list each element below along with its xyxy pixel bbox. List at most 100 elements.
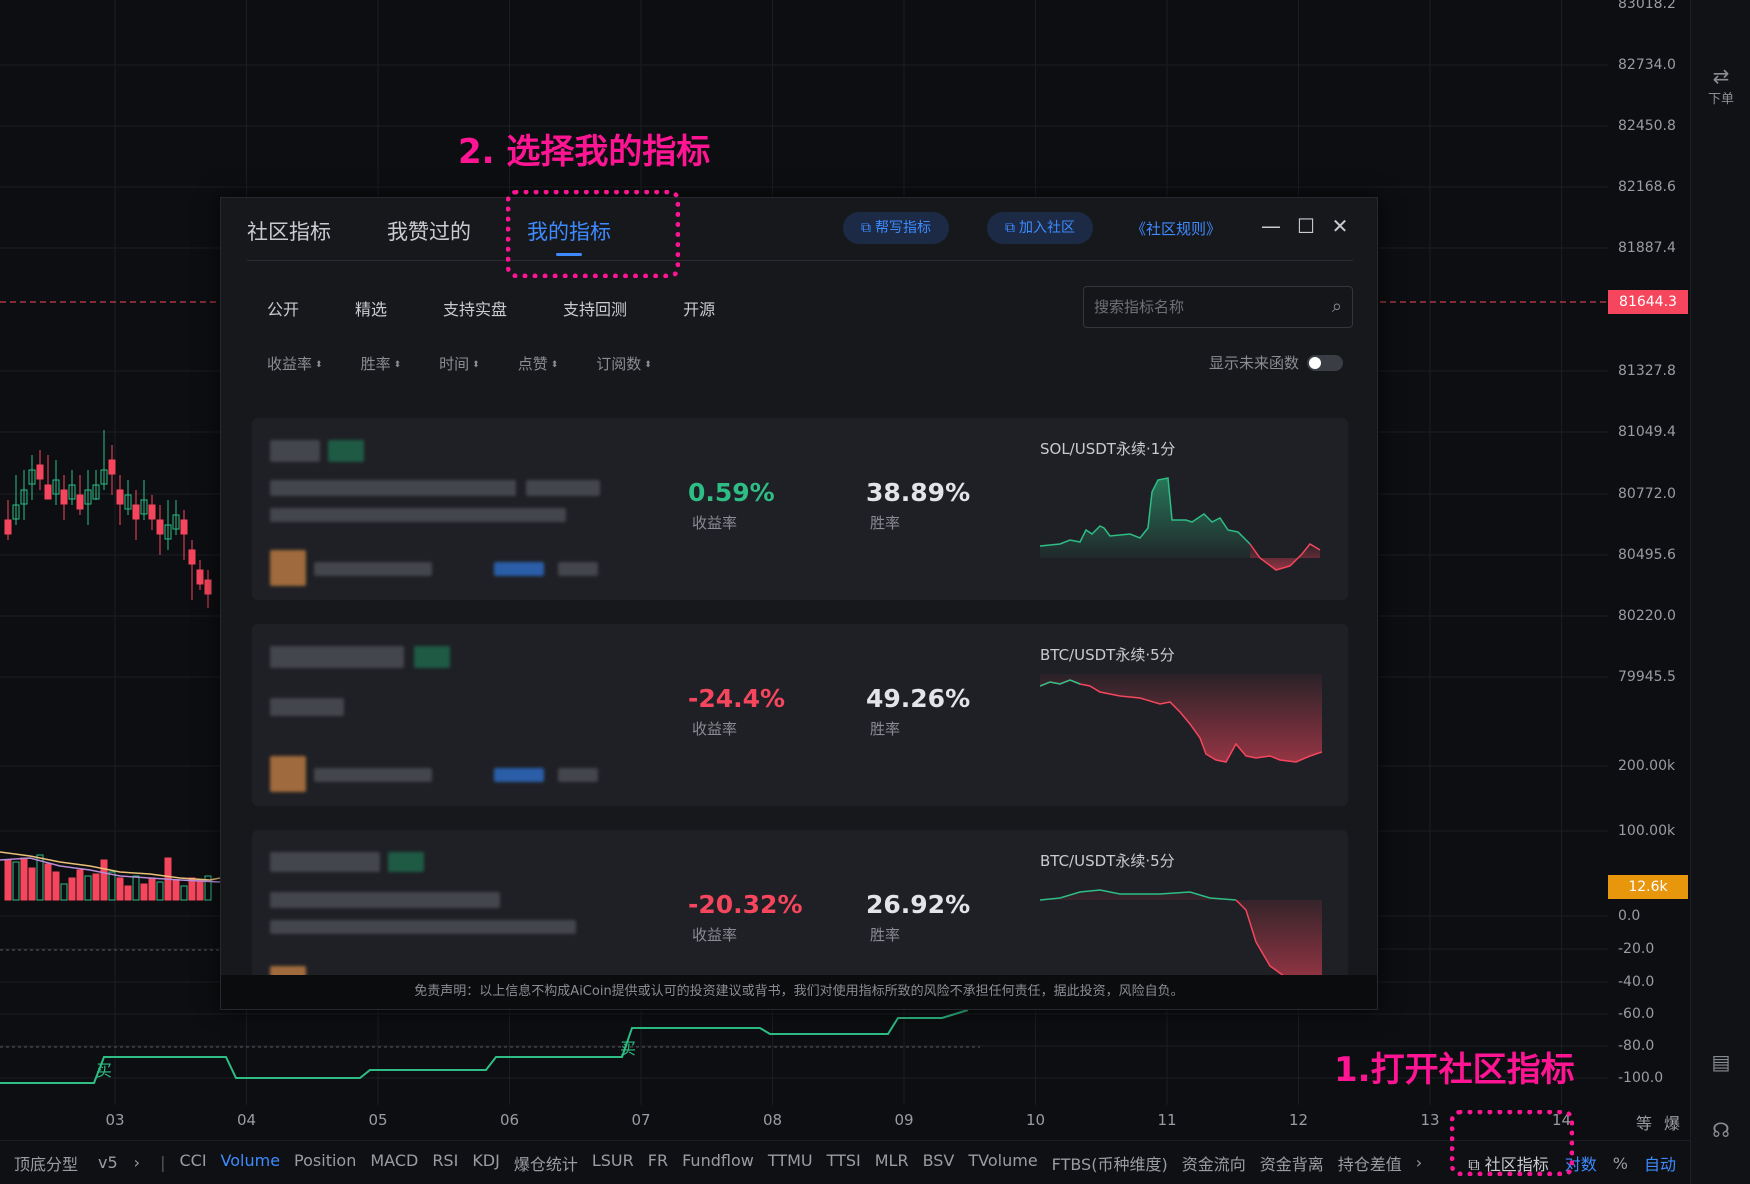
indicator-6[interactable]: 爆仓统计 (514, 1151, 578, 1175)
close-icon[interactable]: ✕ (1328, 214, 1352, 238)
indicator-17[interactable]: 资金背离 (1260, 1151, 1324, 1175)
winrate-caption: 胜率 (870, 720, 901, 738)
tab-community[interactable]: 社区指标 (247, 216, 331, 256)
help-write-button[interactable]: ⧉ 帮写指标 (843, 212, 949, 244)
price-axis[interactable]: 83018.2 82734.0 82450.8 82168.6 81887.4 81327… (1608, 0, 1688, 1110)
candle-body (132, 504, 140, 520)
indicator-card[interactable]: -20.32% 收益率 26.92% 胜率 BTC/USDT永续·5分 (252, 830, 1348, 982)
percent-scale-button[interactable]: % (1613, 1154, 1628, 1173)
volume-bar (92, 873, 100, 901)
indicator-13[interactable]: BSV (923, 1151, 955, 1175)
return-caption: 收益率 (692, 720, 738, 738)
annotation-step-2: 2. 选择我的指标 (458, 132, 711, 172)
sort-likes[interactable]: 点赞 ⬍ (518, 353, 559, 374)
winrate-caption: 胜率 (870, 514, 901, 532)
indicator-10[interactable]: TTMU (768, 1151, 813, 1175)
annotation-step-1: 1.打开社区指标 (1334, 1050, 1575, 1090)
indicator-list: CCI Volume Position MACD RSI KDJ 爆仓统计 LSUR FR Fun… (165, 1151, 1401, 1175)
sort-subscriptions[interactable]: 订阅数 ⬍ (596, 353, 652, 374)
date-tick: 11 (1157, 1111, 1177, 1129)
future-function-toggle[interactable]: 显示未来函数 (1209, 352, 1344, 373)
order-tool[interactable]: ⇄ 下单 (1691, 64, 1750, 107)
axis-right-label-2[interactable]: 爆 (1664, 1110, 1680, 1134)
return-value: -20.32% (688, 890, 803, 919)
help-write-label: 帮写指标 (875, 220, 931, 236)
date-tick: 04 (236, 1111, 257, 1129)
auto-scale-button[interactable]: 自动 (1644, 1151, 1676, 1175)
axis-right-label-1[interactable]: 等 (1636, 1110, 1652, 1134)
price-tick: -60.0 (1618, 1006, 1655, 1022)
sort-winrate-label: 胜率 (360, 355, 391, 373)
sort-icon: ⬍ (393, 359, 402, 370)
volume-bar (20, 857, 28, 901)
volume-bar (172, 879, 180, 901)
tab-liked[interactable]: 我赞过的 (387, 216, 471, 256)
date-tick: 07 (631, 1111, 651, 1129)
indicator-1[interactable]: Volume (221, 1151, 281, 1175)
indicator-11[interactable]: TTSI (827, 1151, 861, 1175)
filter-open-source[interactable]: 开源 (683, 296, 715, 320)
indicator-18[interactable]: 持仓差值 (1338, 1151, 1402, 1175)
sort-winrate[interactable]: 胜率 ⬍ (361, 353, 402, 374)
indicator-2[interactable]: Position (294, 1151, 356, 1175)
toggle-switch[interactable] (1307, 354, 1344, 371)
current-price-badge: 81644.3 (1608, 290, 1688, 314)
join-community-button[interactable]: ⧉ 加入社区 (987, 212, 1093, 244)
maximize-icon[interactable]: ☐ (1294, 214, 1318, 238)
candle-body (196, 569, 204, 585)
volume-bar (196, 879, 204, 901)
filter-backtest[interactable]: 支持回测 (563, 296, 627, 320)
headset-icon: ☊ (1712, 1118, 1730, 1142)
volume-bar (148, 877, 156, 901)
join-community-label: 加入社区 (1019, 220, 1075, 236)
price-tick: 200.00k (1618, 758, 1676, 774)
indicator-3[interactable]: MACD (370, 1151, 418, 1175)
indicator-15[interactable]: FTBS(币种维度) (1052, 1151, 1168, 1175)
community-rules-link[interactable]: 《社区规则》 (1131, 218, 1221, 239)
indicator-4[interactable]: RSI (432, 1151, 458, 1175)
filter-live-trading[interactable]: 支持实盘 (443, 296, 507, 320)
indicator-12[interactable]: MLR (875, 1151, 909, 1175)
indicator-5[interactable]: KDJ (472, 1151, 500, 1175)
indicator-14[interactable]: TVolume (968, 1151, 1037, 1175)
minimize-icon[interactable]: — (1259, 214, 1283, 238)
return-value: 0.59% (688, 478, 775, 507)
volume-badge: 12.6k (1608, 875, 1688, 899)
trading-pair: BTC/USDT永续·5分 (1040, 646, 1175, 664)
search-icon[interactable]: ⌕ (1332, 296, 1342, 317)
sort-return[interactable]: 收益率 ⬍ (267, 353, 323, 374)
candle-body (36, 464, 44, 480)
indicator-bottom-top-fractal[interactable]: 顶底分型 (14, 1151, 78, 1175)
trading-pair: SOL/USDT永续·1分 (1040, 440, 1176, 458)
filter-featured[interactable]: 精选 (355, 296, 387, 320)
support-tool[interactable]: ☊ (1691, 1118, 1750, 1142)
date-tick: 12 (1288, 1111, 1309, 1129)
indicator-8[interactable]: FR (648, 1151, 668, 1175)
buy-marker-1: 买 (96, 1061, 112, 1080)
return-caption: 收益率 (692, 514, 738, 532)
equity-sparkline (1040, 477, 1321, 571)
volume-bar (4, 859, 12, 901)
indicator-card[interactable]: 0.59% 收益率 38.89% 胜率 SOL/USDT永续·1分 (252, 418, 1348, 600)
right-toolbar: ⇄ 下单 ▤ ☊ (1690, 0, 1750, 1184)
chevron-right-icon-2[interactable]: › (1416, 1153, 1422, 1172)
version-label[interactable]: v5 (98, 1153, 118, 1172)
filter-public[interactable]: 公开 (267, 296, 299, 320)
volume-bar (100, 859, 108, 901)
indicator-0[interactable]: CCI (179, 1151, 206, 1175)
sort-icon: ⬍ (315, 359, 323, 370)
date-tick: 06 (499, 1111, 520, 1129)
indicator-9[interactable]: Fundflow (682, 1151, 754, 1175)
sort-time[interactable]: 时间 ⬍ (439, 353, 480, 374)
indicator-16[interactable]: 资金流向 (1182, 1151, 1246, 1175)
price-tick: 79945.5 (1618, 669, 1676, 685)
volume-bar (76, 869, 84, 901)
sort-icon: ⬍ (644, 359, 652, 370)
indicator-card[interactable]: -24.4% 收益率 49.26% 胜率 BTC/USDT永续·5分 (252, 624, 1348, 806)
indicator-7[interactable]: LSUR (592, 1151, 634, 1175)
external-icon: ⧉ (1005, 220, 1015, 236)
chevron-right-icon[interactable]: › (134, 1153, 140, 1172)
search-input[interactable] (1094, 287, 1314, 327)
layout-tool[interactable]: ▤ (1691, 1050, 1750, 1074)
date-tick: 05 (368, 1111, 388, 1129)
